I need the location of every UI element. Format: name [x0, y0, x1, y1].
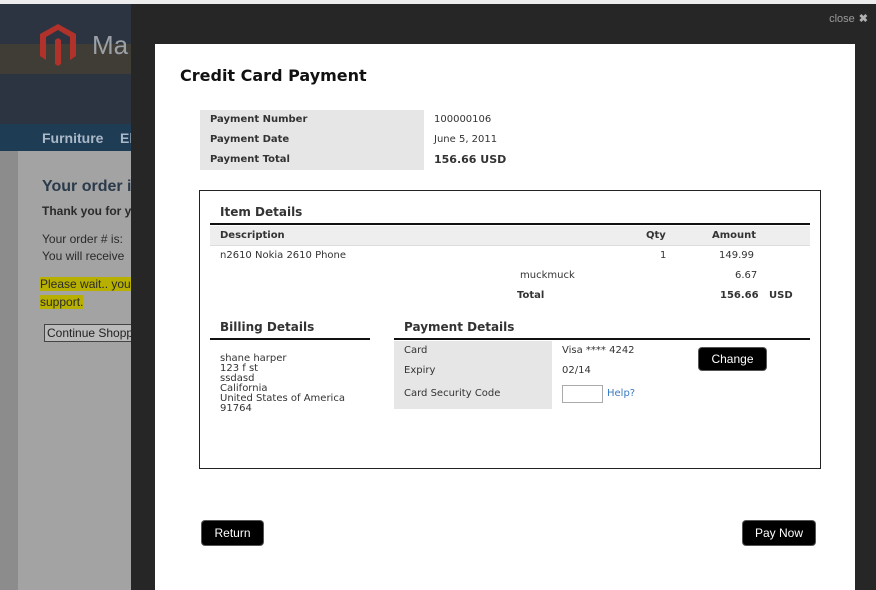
- support-text: support.: [40, 295, 84, 309]
- extra-amount: 6.67: [735, 270, 758, 281]
- total-amount: 156.66: [720, 290, 759, 301]
- payment-number-value: 100000106: [434, 114, 492, 125]
- payment-total-value: 156.66 USD: [434, 153, 507, 166]
- payment-date-value: June 5, 2011: [434, 134, 498, 145]
- nav-item-furniture[interactable]: Furniture: [42, 130, 103, 146]
- receive-text: You will receive: [42, 249, 125, 263]
- payment-details-rule: [394, 338, 810, 340]
- magento-logo-icon: [40, 24, 76, 66]
- card-label: Card: [404, 345, 428, 356]
- csc-label: Card Security Code: [404, 388, 501, 399]
- item-amount: 149.99: [719, 250, 754, 261]
- continue-shopping-button[interactable]: Continue Shopp: [44, 324, 144, 342]
- billing-details-title: Billing Details: [220, 320, 315, 334]
- expiry-value: 02/14: [562, 365, 591, 376]
- order-heading: Your order i: [42, 178, 132, 195]
- close-label: close: [829, 13, 855, 25]
- close-icon: ✖: [858, 13, 868, 25]
- extra-label: muckmuck: [520, 270, 575, 281]
- return-button[interactable]: Return: [202, 521, 263, 545]
- expiry-label: Expiry: [404, 365, 436, 376]
- thank-you-text: Thank you for yo: [42, 204, 139, 218]
- billing-address: shane harper 123 f st ssdasd California …: [220, 354, 345, 414]
- modal-title: Credit Card Payment: [180, 66, 367, 85]
- pay-now-button[interactable]: Pay Now: [743, 521, 815, 545]
- column-description: Description: [220, 230, 285, 241]
- payment-number-label: Payment Number: [200, 110, 424, 130]
- order-number-text: Your order # is:: [42, 232, 123, 246]
- payment-total-label: Payment Total: [200, 150, 424, 170]
- close-button[interactable]: close ✖: [829, 12, 868, 25]
- column-qty: Qty: [646, 230, 666, 241]
- card-value: Visa **** 4242: [562, 345, 635, 356]
- help-link[interactable]: Help?: [607, 388, 635, 399]
- details-box: Item Details Description Qty Amount n261…: [199, 190, 821, 469]
- please-wait-text: Please wait.. you: [40, 277, 131, 291]
- item-details-title: Item Details: [220, 205, 303, 219]
- total-label: Total: [517, 290, 545, 301]
- total-currency: USD: [769, 290, 793, 301]
- billing-details-rule: [210, 338, 370, 340]
- billing-zip: 91764: [220, 403, 252, 414]
- item-description: n2610 Nokia 2610 Phone: [220, 250, 347, 261]
- column-amount: Amount: [712, 230, 757, 241]
- payment-modal: Credit Card Payment Payment Number 10000…: [155, 44, 855, 590]
- item-qty: 1: [660, 250, 667, 261]
- item-table-header: Description Qty Amount: [210, 226, 810, 246]
- csc-input[interactable]: [562, 385, 603, 403]
- payment-date-label: Payment Date: [200, 130, 424, 150]
- payment-details-title: Payment Details: [404, 320, 515, 334]
- background-brand: Ma: [92, 30, 129, 60]
- change-card-button[interactable]: Change: [699, 348, 766, 370]
- item-details-rule: [210, 223, 810, 225]
- background-nav: Furniture El: [0, 124, 133, 151]
